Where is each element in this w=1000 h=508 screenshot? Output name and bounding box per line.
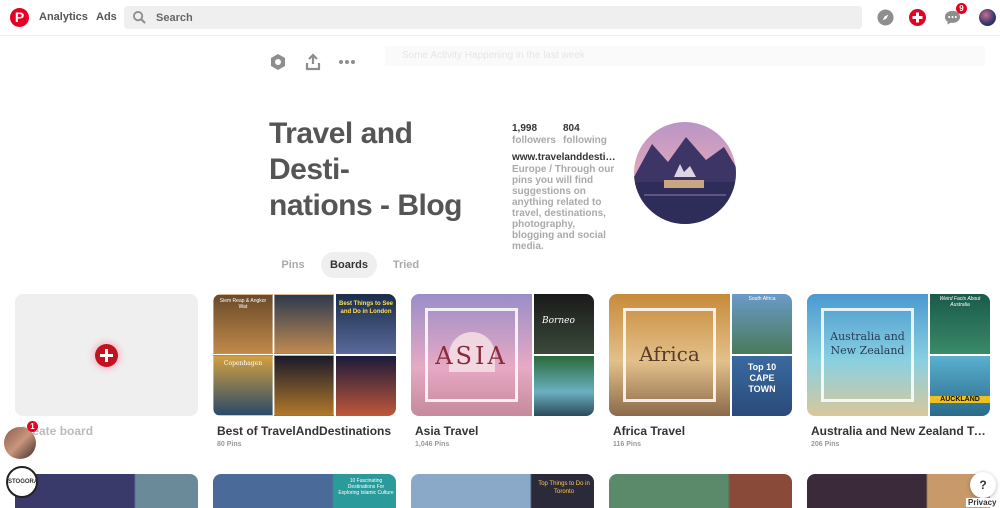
- board-cover[interactable]: ASIA Borneo: [411, 294, 594, 416]
- stamp-logo: STOGORA: [6, 466, 38, 498]
- top-nav-bar: P Analytics Ads Search 9: [0, 0, 1000, 36]
- board-pin-count: 206 Pins: [811, 441, 840, 448]
- search-icon: [133, 11, 146, 24]
- nav-analytics-link[interactable]: Analytics: [39, 11, 88, 23]
- board-name[interactable]: Africa Travel: [613, 424, 791, 438]
- tile-label: Top Things to Do in Toronto: [538, 481, 590, 495]
- side-text: South Africa: [748, 296, 776, 302]
- plus-icon: [912, 12, 923, 23]
- privacy-link[interactable]: Privacy: [966, 498, 999, 507]
- board-card-africa[interactable]: Africa South Africa Top 10 CAPE TOWN Afr…: [609, 294, 792, 448]
- more-options-icon[interactable]: [338, 53, 356, 71]
- board-pin-count: 1,046 Pins: [415, 441, 450, 448]
- tile-label: Siem Reap & Angkor Wat: [219, 298, 267, 310]
- create-board-label[interactable]: Create board: [19, 424, 197, 438]
- followers-label[interactable]: followers: [512, 135, 556, 146]
- followers-count[interactable]: 1,998: [512, 123, 537, 134]
- tab-tried[interactable]: Tried: [384, 252, 428, 278]
- create-board-cover[interactable]: [15, 294, 198, 416]
- board-card-row2[interactable]: 10 Fascinating Destinations For Explorin…: [213, 474, 396, 508]
- tile-label: 10 Fascinating Destinations For Explorin…: [338, 478, 394, 496]
- board-cover[interactable]: Australia and New Zealand Weird Facts Ab…: [807, 294, 990, 416]
- side-text: AUCKLAND: [930, 396, 990, 403]
- board-pin-count: 116 Pins: [613, 441, 642, 448]
- following-count[interactable]: 804: [563, 123, 580, 134]
- cover-text: Africa: [639, 342, 700, 366]
- side-text: Weird Facts About Australia: [939, 296, 981, 308]
- create-board-card[interactable]: Create board: [15, 294, 198, 438]
- edit-hexagon-icon[interactable]: [269, 53, 287, 71]
- compass-icon[interactable]: [877, 9, 894, 26]
- board-cover[interactable]: Africa South Africa Top 10 CAPE TOWN: [609, 294, 792, 416]
- messages-badge: 9: [956, 3, 967, 14]
- profile-title-text: Travel and Desti- nations - Blog: [269, 117, 462, 222]
- tile-label: Copenhagen: [223, 360, 263, 367]
- add-pin-button[interactable]: [909, 9, 926, 26]
- tab-pins[interactable]: Pins: [270, 252, 316, 278]
- website-link[interactable]: www.travelanddestinations.com: [512, 152, 616, 163]
- board-name[interactable]: Asia Travel: [415, 424, 593, 438]
- board-card-row2[interactable]: [807, 474, 990, 508]
- board-name[interactable]: Best of TravelAndDestinations: [217, 424, 395, 438]
- cover-text: ASIA: [435, 342, 508, 370]
- create-board-plus-icon[interactable]: [95, 344, 118, 367]
- chat-widget-badge: 1: [27, 421, 38, 432]
- board-card-row2[interactable]: Top Things to Do in Toronto: [411, 474, 594, 508]
- board-name[interactable]: Australia and New Zealand Travel: [811, 424, 989, 438]
- profile-avatar: [634, 122, 736, 224]
- side-text: Top 10 CAPE TOWN: [747, 362, 777, 394]
- board-card-asia[interactable]: ASIA Borneo Asia Travel 1,046 Pins: [411, 294, 594, 448]
- user-avatar[interactable]: [979, 9, 996, 26]
- profile-title: Travel and Desti- nations - Blog: [269, 116, 499, 224]
- board-card-australia[interactable]: Australia and New Zealand Weird Facts Ab…: [807, 294, 990, 448]
- nav-ads-link[interactable]: Ads: [96, 11, 117, 23]
- pinterest-logo-icon[interactable]: P: [10, 8, 29, 27]
- side-text: Borneo: [542, 316, 575, 326]
- board-card-row2[interactable]: [15, 474, 198, 508]
- share-icon[interactable]: [304, 53, 322, 71]
- following-label[interactable]: following: [563, 135, 607, 146]
- tile-label: Best Things to See and Do in London: [339, 301, 394, 315]
- profile-bio: Europe / Through our pins you will find …: [512, 164, 615, 252]
- board-card-best-of[interactable]: Best Things to See and Do in London Cope…: [213, 294, 396, 448]
- board-pin-count: 80 Pins: [217, 441, 242, 448]
- search-input[interactable]: Search: [124, 6, 862, 29]
- tab-boards[interactable]: Boards: [321, 252, 377, 278]
- search-placeholder: Search: [156, 12, 193, 24]
- board-cover[interactable]: Best Things to See and Do in London Cope…: [213, 294, 396, 416]
- faded-banner-text: Some Activity Happening in the last week: [402, 50, 585, 61]
- cover-text: Australia and New Zealand: [830, 330, 905, 357]
- board-card-row2[interactable]: [609, 474, 792, 508]
- help-button[interactable]: ?: [970, 472, 996, 498]
